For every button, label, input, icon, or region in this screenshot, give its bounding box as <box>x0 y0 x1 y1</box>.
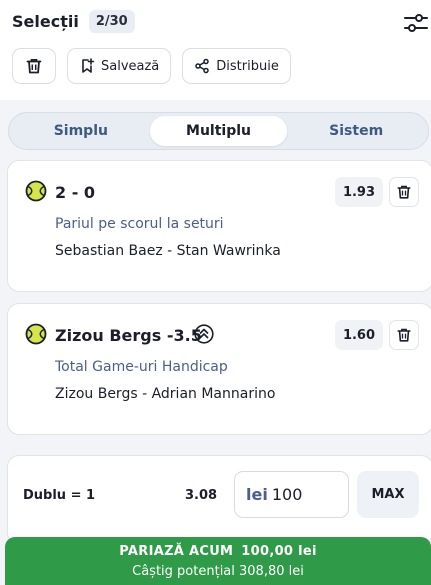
page-title: Selecții <box>12 12 79 31</box>
selection-card: Zizou Bergs -3.5 Total Game-uri Handicap… <box>7 303 431 435</box>
event-name: Sebastian Baez - Stan Wawrinka <box>55 243 281 259</box>
bookmark-plus-icon <box>82 58 95 73</box>
selection-card: 2 - 0 Pariul pe scorul la seturi Sebasti… <box>7 160 431 292</box>
selection-name: 2 - 0 <box>55 183 96 202</box>
tennis-ball-icon <box>25 180 47 202</box>
potential-win: Câștig potențial 308,80 lei <box>132 564 304 579</box>
trash-icon <box>397 328 411 342</box>
save-label: Salvează <box>101 58 160 74</box>
delete-all-button[interactable] <box>12 48 56 84</box>
stake-input[interactable]: lei 100 <box>234 471 349 518</box>
tab-sistem[interactable]: Sistem <box>287 116 425 146</box>
tab-simplu[interactable]: Simplu <box>12 116 150 146</box>
stake-value: 100 <box>271 485 303 504</box>
place-bet-amount: 100,00 lei <box>241 544 317 559</box>
tab-multiplu[interactable]: Multiplu <box>149 116 288 146</box>
place-bet-line: PARIAZĂ ACUM 100,00 lei <box>5 544 431 559</box>
total-odds: 3.08 <box>185 488 218 503</box>
remove-selection-button[interactable] <box>389 177 419 207</box>
odds-value: 1.93 <box>335 177 383 207</box>
remove-selection-button[interactable] <box>389 320 419 350</box>
share-label: Distribuie <box>216 58 279 74</box>
title-row: Selecții 2/30 <box>12 10 135 33</box>
selection-count-badge: 2/30 <box>88 10 135 33</box>
bet-type-label: Dublu = 1 <box>23 488 96 503</box>
place-bet-label: PARIAZĂ ACUM <box>119 544 234 559</box>
max-stake-button[interactable]: MAX <box>357 471 419 518</box>
sliders-icon[interactable] <box>403 12 429 34</box>
save-button[interactable]: Salvează <box>67 48 172 84</box>
trash-icon <box>26 59 42 74</box>
stake-panel: Dublu = 1 3.08 lei 100 MAX <box>7 455 431 545</box>
currency-label: lei <box>246 485 268 504</box>
betslip-header: Selecții 2/30 Salvează Distribuie <box>0 0 431 100</box>
market-name: Total Game-uri Handicap <box>55 359 228 375</box>
event-name: Zizou Bergs - Adrian Mannarino <box>55 386 276 402</box>
bet-type-tabs: Simplu Multiplu Sistem <box>8 112 429 150</box>
odds-value: 1.60 <box>335 320 383 350</box>
trash-icon <box>397 185 411 199</box>
action-bar: Salvează Distribuie <box>12 48 302 84</box>
market-name: Pariul pe scorul la seturi <box>55 216 224 232</box>
boost-icon <box>194 324 214 344</box>
share-button[interactable]: Distribuie <box>182 48 291 84</box>
selection-name: Zizou Bergs -3.5 <box>55 326 202 345</box>
share-icon <box>195 58 210 74</box>
place-bet-button[interactable]: PARIAZĂ ACUM 100,00 lei Câștig potențial … <box>5 537 431 585</box>
tennis-ball-icon <box>25 323 47 345</box>
